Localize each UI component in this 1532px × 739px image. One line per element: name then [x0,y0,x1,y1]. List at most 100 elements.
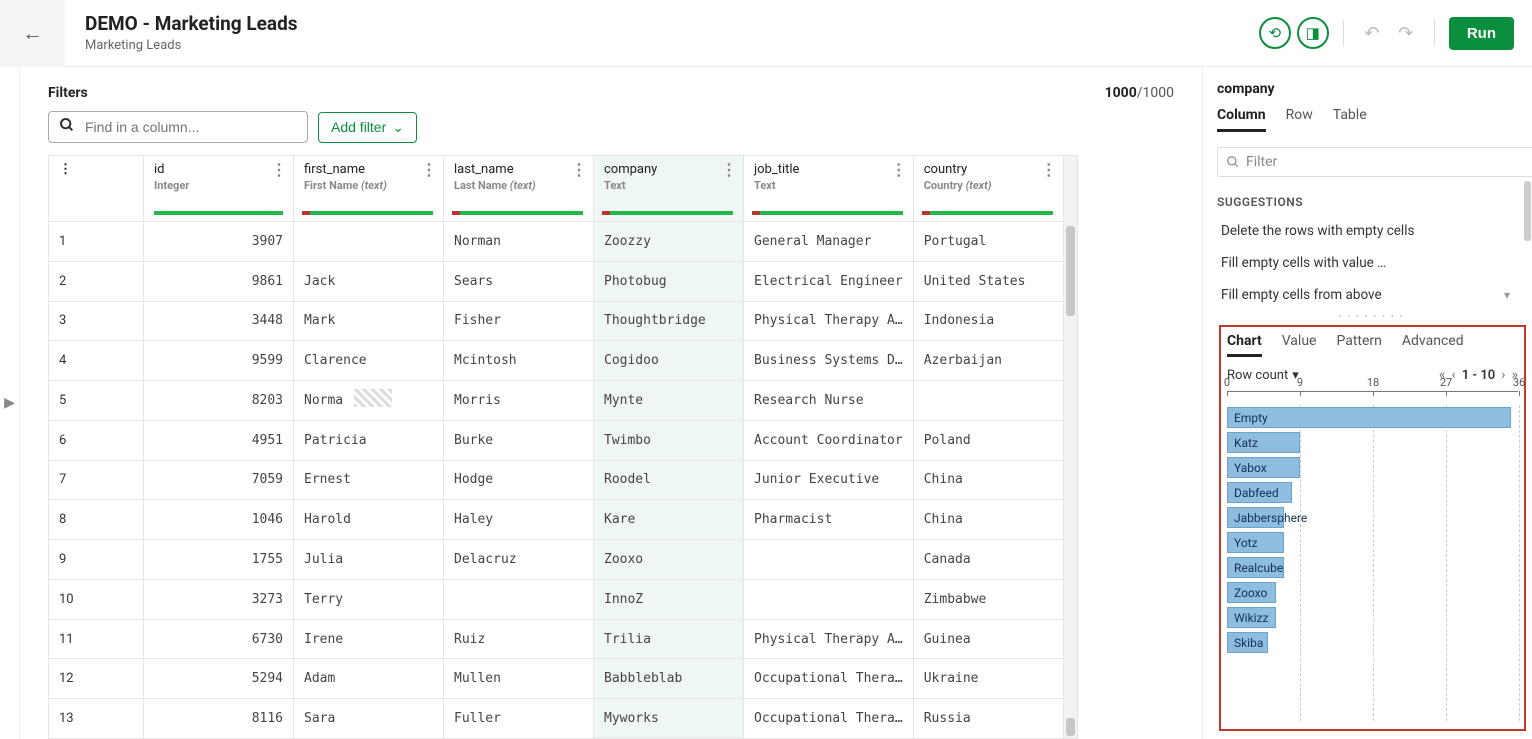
table-row[interactable]: 29861JackSearsPhotobugElectrical Enginee… [49,261,1064,301]
column-header-job-title[interactable]: job_title Text ⋮ [744,156,914,222]
scrollbar-thumb[interactable] [1066,226,1075,316]
tab-row[interactable]: Row [1286,107,1313,132]
table-row[interactable]: 13907NormanZoozzyGeneral ManagerPortugal [49,222,1064,262]
table-row[interactable]: 49599ClarenceMcintoshCogidooBusiness Sys… [49,341,1064,381]
left-panel-toggle[interactable]: ▶ [0,67,20,739]
search-icon [1226,155,1240,169]
cell-last-name: Burke [444,420,594,460]
row-menu-header[interactable]: ⋮ [49,156,144,222]
kebab-icon[interactable]: ⋮ [891,162,907,178]
cell-last-name: Mullen [444,659,594,699]
tab-value[interactable]: Value [1282,333,1317,357]
redo-icon: ↷ [1398,23,1413,44]
cell-first-name: Sara [294,699,444,739]
resize-handle[interactable]: • • • • • • • • [1217,311,1526,321]
run-button[interactable]: Run [1449,17,1514,50]
pager-next-icon[interactable]: › [1501,367,1505,383]
cell-first-name: Mark [294,301,444,341]
chart-bar[interactable]: Empty [1227,405,1518,430]
chart-bar[interactable]: Jabbersphere [1227,505,1518,530]
table-row[interactable]: 77059ErnestHodgeRoodelJunior ExecutiveCh… [49,460,1064,500]
cell-last-name: Haley [444,500,594,540]
cell-id: 1755 [144,540,294,580]
cell-last-name: Fuller [444,699,594,739]
panel-filter-input[interactable]: Filter [1217,147,1532,177]
cell-index: 8 [49,500,144,540]
chart-bars: EmptyKatzYaboxDabfeedJabbersphereYotzRea… [1227,405,1518,721]
back-button[interactable]: ← [0,0,65,67]
cell-last-name: Sears [444,261,594,301]
table-row[interactable]: 33448MarkFisherThoughtbridgePhysical The… [49,301,1064,341]
kebab-icon[interactable]: ⋮ [421,162,437,178]
undo-button[interactable]: ↶ [1358,19,1386,47]
column-header-last-name[interactable]: last_name Last Name (text) ⋮ [444,156,594,222]
tab-table[interactable]: Table [1333,107,1367,132]
table-row[interactable]: 125294AdamMullenBabbleblabOccupational T… [49,659,1064,699]
panel-icon: ◨ [1306,24,1320,42]
chart-bar[interactable]: Realcube [1227,555,1518,580]
column-header-first-name[interactable]: first_name First Name (text) ⋮ [294,156,444,222]
kebab-icon[interactable]: ⋮ [1041,162,1057,178]
panel-toggle-button[interactable]: ◨ [1297,17,1329,49]
kebab-icon[interactable]: ⋮ [571,162,587,178]
undo-icon: ↶ [1364,23,1379,44]
tab-chart[interactable]: Chart [1227,333,1262,357]
tab-advanced[interactable]: Advanced [1402,333,1464,357]
column-header-company[interactable]: company Text ⋮ [594,156,744,222]
table-row[interactable]: 103273TerryInnoZZimbabwe [49,579,1064,619]
add-filter-button[interactable]: Add filter ⌄ [318,112,417,143]
chart-bar[interactable]: Zooxo [1227,580,1518,605]
header-actions: ⟲ ◨ ↶ ↷ Run [1259,17,1532,50]
chart-bar[interactable]: Yotz [1227,530,1518,555]
table-row[interactable]: 64951PatriciaBurkeTwimboAccount Coordina… [49,420,1064,460]
column-header-country[interactable]: country Country (text) ⋮ [913,156,1063,222]
title-block: DEMO - Marketing Leads Marketing Leads [65,13,1259,53]
chart-bar-label: Yabox [1227,457,1300,478]
cell-job-title: Junior Executive [744,460,914,500]
cell-id: 6730 [144,619,294,659]
cell-first-name: Patricia [294,420,444,460]
chart-bar[interactable]: Yabox [1227,455,1518,480]
chart-bar[interactable]: Dabfeed [1227,480,1518,505]
suggestion-item[interactable]: Delete the rows with empty cells [1217,215,1518,247]
panel-level-tabs: Column Row Table [1217,107,1532,133]
cell-last-name: Mcintosh [444,341,594,381]
panel-filter-placeholder: Filter [1246,154,1277,170]
cell-company: InnoZ [594,579,744,619]
tab-column[interactable]: Column [1217,107,1266,132]
cell-company: Myworks [594,699,744,739]
scrollbar-thumb[interactable] [1066,718,1075,736]
column-search-input[interactable] [83,118,297,136]
link-icon-button[interactable]: ⟲ [1259,17,1291,49]
chart-metric-dropdown[interactable]: Row count▾ [1227,368,1299,383]
table-row[interactable]: 116730IreneRuizTriliaPhysical Therapy A…… [49,619,1064,659]
suggestion-item[interactable]: Fill empty cells from above▾ [1217,279,1518,311]
kebab-icon[interactable]: ⋮ [271,162,287,178]
cell-job-title: Physical Therapy A… [744,301,914,341]
cell-last-name [444,579,594,619]
scrollbar-thumb[interactable] [1524,181,1531,241]
table-scrollbar[interactable] [1064,155,1078,739]
table-row[interactable]: 58203NormaMorrisMynteResearch Nurse [49,381,1064,421]
cell-company: Babbleblab [594,659,744,699]
column-search[interactable] [48,111,308,143]
table-row[interactable]: 91755JuliaDelacruzZooxoCanada [49,540,1064,580]
chart-bar[interactable]: Wikizz [1227,605,1518,630]
kebab-icon[interactable]: ⋮ [721,162,737,178]
cell-first-name: Irene [294,619,444,659]
cell-company: Kare [594,500,744,540]
cell-country: Guinea [913,619,1063,659]
tab-pattern[interactable]: Pattern [1336,333,1381,357]
cell-first-name: Ernest [294,460,444,500]
cell-job-title [744,540,914,580]
redo-button[interactable]: ↷ [1392,19,1420,47]
cell-index: 9 [49,540,144,580]
suggestion-item[interactable]: Fill empty cells with value … [1217,247,1518,279]
pager-range: 1 - 10 [1462,368,1496,383]
chart-bar[interactable]: Katz [1227,430,1518,455]
table-row[interactable]: 81046HaroldHaleyKarePharmacistChina [49,500,1064,540]
column-header-id[interactable]: id Integer ⋮ [144,156,294,222]
page-subtitle: Marketing Leads [85,38,1259,53]
chart-bar[interactable]: Skiba [1227,630,1518,655]
table-row[interactable]: 138116SaraFullerMyworksOccupational Ther… [49,699,1064,739]
